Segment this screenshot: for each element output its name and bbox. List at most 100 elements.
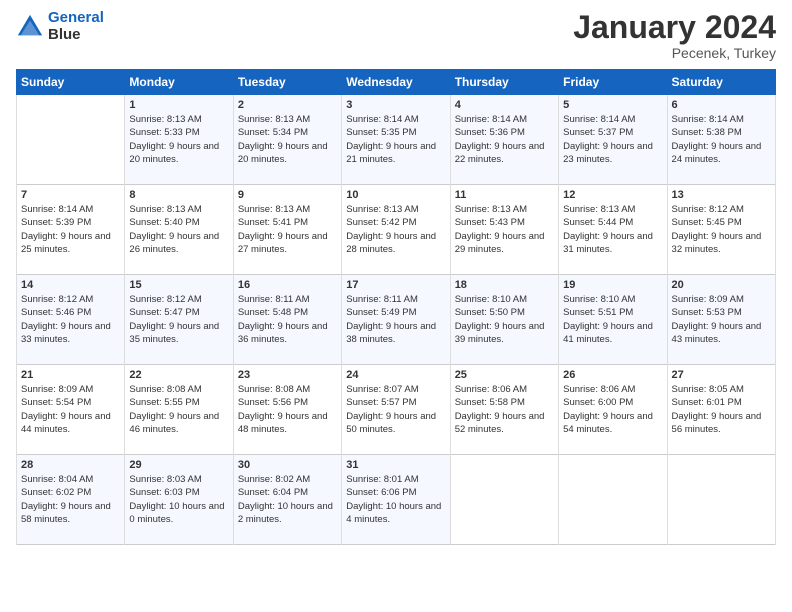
day-cell — [450, 455, 558, 545]
day-cell — [17, 95, 125, 185]
day-number: 11 — [455, 189, 554, 201]
day-info: Sunrise: 8:13 AMSunset: 5:44 PMDaylight:… — [563, 203, 662, 256]
day-number: 14 — [21, 279, 120, 291]
day-number: 28 — [21, 459, 120, 471]
logo-text: General Blue — [48, 10, 104, 43]
day-number: 9 — [238, 189, 337, 201]
header: General Blue January 2024 Pecenek, Turke… — [16, 10, 776, 61]
day-cell: 10 Sunrise: 8:13 AMSunset: 5:42 PMDayligh… — [342, 185, 450, 275]
day-cell: 16Sunrise: 8:11 AMSunset: 5:48 PMDayligh… — [233, 275, 341, 365]
day-cell: 30 Sunrise: 8:02 AMSunset: 6:04 PMDayligh… — [233, 455, 341, 545]
week-row-3: 14 Sunrise: 8:12 AMSunset: 5:46 PMDayligh… — [17, 275, 776, 365]
day-info: Sunrise: 8:14 AMSunset: 5:37 PMDaylight:… — [563, 113, 662, 166]
day-number: 10 — [346, 189, 445, 201]
day-cell — [559, 455, 667, 545]
header-thursday: Thursday — [450, 70, 558, 95]
day-number: 6 — [672, 99, 771, 111]
day-number: 12 — [563, 189, 662, 201]
day-info: Sunrise: 8:13 AMSunset: 5:42 PMDaylight:… — [346, 203, 445, 256]
day-info: Sunrise: 8:13 AMSunset: 5:43 PMDaylight:… — [455, 203, 554, 256]
day-info: Sunrise: 8:13 AMSunset: 5:40 PMDaylight:… — [129, 203, 228, 256]
day-info: Sunrise: 8:10 AMSunset: 5:50 PMDaylight:… — [455, 293, 554, 346]
day-number: 1 — [129, 99, 228, 111]
day-number: 25 — [455, 369, 554, 381]
header-tuesday: Tuesday — [233, 70, 341, 95]
day-cell: 6 Sunrise: 8:14 AMSunset: 5:38 PMDaylight… — [667, 95, 775, 185]
day-info: Sunrise: 8:07 AMSunset: 5:57 PMDaylight:… — [346, 383, 445, 436]
day-number: 17 — [346, 279, 445, 291]
day-number: 13 — [672, 189, 771, 201]
day-cell: 26 Sunrise: 8:06 AMSunset: 6:00 PMDayligh… — [559, 365, 667, 455]
day-number: 4 — [455, 99, 554, 111]
day-info: Sunrise: 8:11 AMSunset: 5:49 PMDaylight:… — [346, 293, 445, 346]
day-info: Sunrise: 8:13 AMSunset: 5:33 PMDaylight:… — [129, 113, 228, 166]
week-row-4: 21 Sunrise: 8:09 AMSunset: 5:54 PMDayligh… — [17, 365, 776, 455]
day-cell: 13 Sunrise: 8:12 AMSunset: 5:45 PMDayligh… — [667, 185, 775, 275]
day-number: 24 — [346, 369, 445, 381]
day-cell: 11 Sunrise: 8:13 AMSunset: 5:43 PMDayligh… — [450, 185, 558, 275]
day-info: Sunrise: 8:11 AMSunset: 5:48 PMDaylight:… — [238, 293, 337, 346]
day-cell: 15Sunrise: 8:12 AMSunset: 5:47 PMDayligh… — [125, 275, 233, 365]
day-info: Sunrise: 8:04 AMSunset: 6:02 PMDaylight:… — [21, 473, 120, 526]
header-sunday: Sunday — [17, 70, 125, 95]
day-number: 22 — [129, 369, 228, 381]
day-cell: 24 Sunrise: 8:07 AMSunset: 5:57 PMDayligh… — [342, 365, 450, 455]
day-info: Sunrise: 8:14 AMSunset: 5:35 PMDaylight:… — [346, 113, 445, 166]
day-info: Sunrise: 8:14 AMSunset: 5:39 PMDaylight:… — [21, 203, 120, 256]
day-number: 30 — [238, 459, 337, 471]
day-info: Sunrise: 8:09 AMSunset: 5:54 PMDaylight:… — [21, 383, 120, 436]
day-info: Sunrise: 8:01 AMSunset: 6:06 PMDaylight:… — [346, 473, 445, 526]
page: General Blue January 2024 Pecenek, Turke… — [0, 0, 792, 612]
day-info: Sunrise: 8:02 AMSunset: 6:04 PMDaylight:… — [238, 473, 337, 526]
day-cell: 1 Sunrise: 8:13 AMSunset: 5:33 PMDaylight… — [125, 95, 233, 185]
day-cell: 2Sunrise: 8:13 AMSunset: 5:34 PMDaylight… — [233, 95, 341, 185]
title-block: January 2024 Pecenek, Turkey — [573, 10, 776, 61]
day-number: 7 — [21, 189, 120, 201]
header-monday: Monday — [125, 70, 233, 95]
calendar-table: SundayMondayTuesdayWednesdayThursdayFrid… — [16, 69, 776, 545]
logo-icon — [16, 13, 44, 41]
logo: General Blue — [16, 10, 104, 43]
day-cell — [667, 455, 775, 545]
day-cell: 29Sunrise: 8:03 AMSunset: 6:03 PMDayligh… — [125, 455, 233, 545]
day-number: 5 — [563, 99, 662, 111]
week-row-5: 28 Sunrise: 8:04 AMSunset: 6:02 PMDayligh… — [17, 455, 776, 545]
day-info: Sunrise: 8:09 AMSunset: 5:53 PMDaylight:… — [672, 293, 771, 346]
day-cell: 18Sunrise: 8:10 AMSunset: 5:50 PMDayligh… — [450, 275, 558, 365]
day-cell: 4Sunrise: 8:14 AMSunset: 5:36 PMDaylight… — [450, 95, 558, 185]
day-number: 20 — [672, 279, 771, 291]
day-info: Sunrise: 8:13 AMSunset: 5:41 PMDaylight:… — [238, 203, 337, 256]
day-cell: 17 Sunrise: 8:11 AMSunset: 5:49 PMDayligh… — [342, 275, 450, 365]
day-number: 31 — [346, 459, 445, 471]
day-cell: 20 Sunrise: 8:09 AMSunset: 5:53 PMDayligh… — [667, 275, 775, 365]
day-cell: 9 Sunrise: 8:13 AMSunset: 5:41 PMDaylight… — [233, 185, 341, 275]
day-cell: 22 Sunrise: 8:08 AMSunset: 5:55 PMDayligh… — [125, 365, 233, 455]
day-cell: 21 Sunrise: 8:09 AMSunset: 5:54 PMDayligh… — [17, 365, 125, 455]
day-number: 19 — [563, 279, 662, 291]
day-number: 26 — [563, 369, 662, 381]
week-row-1: 1 Sunrise: 8:13 AMSunset: 5:33 PMDaylight… — [17, 95, 776, 185]
day-number: 23 — [238, 369, 337, 381]
day-number: 2 — [238, 99, 337, 111]
day-info: Sunrise: 8:12 AMSunset: 5:46 PMDaylight:… — [21, 293, 120, 346]
day-number: 21 — [21, 369, 120, 381]
day-cell: 5 Sunrise: 8:14 AMSunset: 5:37 PMDaylight… — [559, 95, 667, 185]
day-info: Sunrise: 8:08 AMSunset: 5:55 PMDaylight:… — [129, 383, 228, 436]
calendar-header-row: SundayMondayTuesdayWednesdayThursdayFrid… — [17, 70, 776, 95]
day-cell: 14 Sunrise: 8:12 AMSunset: 5:46 PMDayligh… — [17, 275, 125, 365]
day-cell: 27Sunrise: 8:05 AMSunset: 6:01 PMDayligh… — [667, 365, 775, 455]
day-cell: 28 Sunrise: 8:04 AMSunset: 6:02 PMDayligh… — [17, 455, 125, 545]
day-info: Sunrise: 8:10 AMSunset: 5:51 PMDaylight:… — [563, 293, 662, 346]
day-info: Sunrise: 8:12 AMSunset: 5:45 PMDaylight:… — [672, 203, 771, 256]
day-cell: 25 Sunrise: 8:06 AMSunset: 5:58 PMDayligh… — [450, 365, 558, 455]
day-number: 8 — [129, 189, 228, 201]
header-saturday: Saturday — [667, 70, 775, 95]
week-row-2: 7 Sunrise: 8:14 AMSunset: 5:39 PMDaylight… — [17, 185, 776, 275]
day-number: 27 — [672, 369, 771, 381]
day-cell: 3Sunrise: 8:14 AMSunset: 5:35 PMDaylight… — [342, 95, 450, 185]
day-cell: 7 Sunrise: 8:14 AMSunset: 5:39 PMDaylight… — [17, 185, 125, 275]
day-info: Sunrise: 8:06 AMSunset: 5:58 PMDaylight:… — [455, 383, 554, 436]
location-subtitle: Pecenek, Turkey — [573, 45, 776, 61]
day-info: Sunrise: 8:14 AMSunset: 5:38 PMDaylight:… — [672, 113, 771, 166]
day-info: Sunrise: 8:06 AMSunset: 6:00 PMDaylight:… — [563, 383, 662, 436]
